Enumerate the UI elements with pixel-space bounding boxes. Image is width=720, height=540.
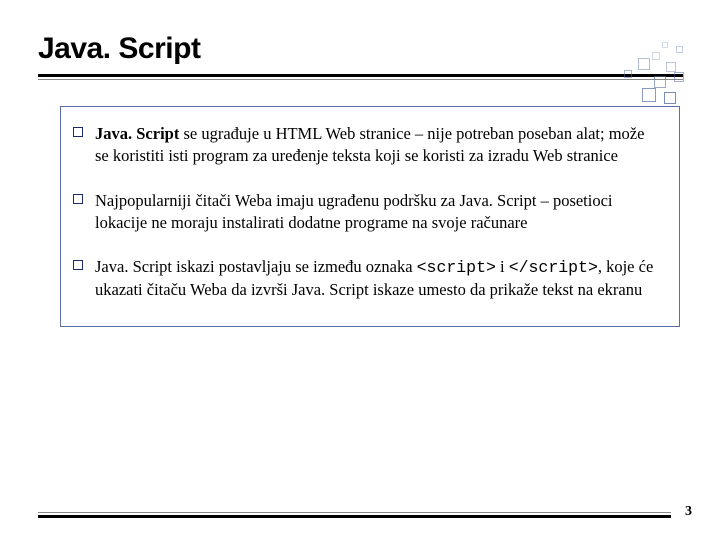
bullet-item: Java. Script iskazi postavljaju se izmeđ…: [73, 256, 659, 302]
bullet-lead-bold: Java. Script: [95, 124, 179, 143]
bullet-text: Najpopularniji čitači Weba imaju ugrađen…: [95, 190, 659, 235]
square-bullet-icon: [73, 127, 83, 137]
footer: 3: [38, 504, 692, 520]
footer-underline: [38, 512, 671, 518]
bullet-full: Najpopularniji čitači Weba imaju ugrađen…: [95, 191, 613, 232]
content-box: Java. Script se ugrađuje u HTML Web stra…: [60, 106, 680, 327]
square-bullet-icon: [73, 194, 83, 204]
decorative-squares: [602, 42, 692, 112]
code-close-tag-b: ipt>: [558, 258, 598, 277]
code-open-tag: <script>: [417, 258, 496, 277]
title-underline: [38, 74, 683, 80]
bullet-item: Najpopularniji čitači Weba imaju ugrađen…: [73, 190, 659, 235]
bullet-pre: Java. Script iskazi postavljaju se izmeđ…: [95, 257, 417, 276]
square-bullet-icon: [73, 260, 83, 270]
page-number: 3: [671, 504, 692, 520]
bullet-mid: i: [496, 257, 509, 276]
bullet-item: Java. Script se ugrađuje u HTML Web stra…: [73, 123, 659, 168]
bullet-text: Java. Script se ugrađuje u HTML Web stra…: [95, 123, 659, 168]
slide: Java. Script Java. Script se ugrađuje u …: [0, 0, 720, 540]
bullet-text: Java. Script iskazi postavljaju se izmeđ…: [95, 256, 659, 302]
code-close-tag-a: </scr: [509, 258, 559, 277]
